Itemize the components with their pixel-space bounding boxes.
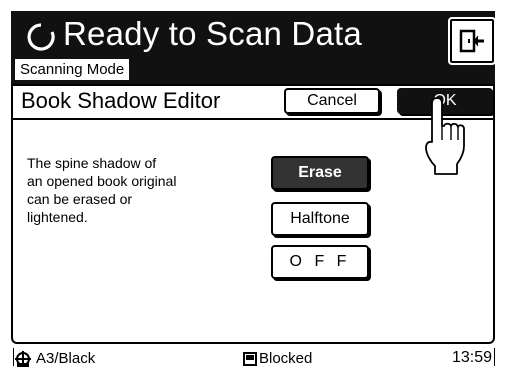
document-icon xyxy=(243,352,257,367)
description-text: The spine shadow of an opened book origi… xyxy=(27,155,177,225)
header-bar: Ready to Scan Data Scanning Mode xyxy=(11,11,496,84)
halftone-button[interactable]: Halftone xyxy=(271,202,369,236)
erase-button[interactable]: Erase xyxy=(271,156,369,190)
paper-status: A3/Black xyxy=(14,350,95,368)
off-button[interactable]: O F F xyxy=(271,245,369,279)
scanning-mode-label: Scanning Mode xyxy=(15,59,130,80)
status-bar: A3/Black Blocked 13:59 xyxy=(0,344,506,374)
exit-door-icon xyxy=(459,29,484,53)
device-state-label: Blocked xyxy=(259,350,313,367)
cancel-button[interactable]: Cancel xyxy=(284,88,380,114)
panel-header: Book Shadow Editor Cancel OK xyxy=(13,86,493,120)
paper-tray-icon xyxy=(15,351,31,368)
device-state: Blocked xyxy=(243,350,312,367)
refresh-icon xyxy=(27,23,55,51)
paper-size-label: A3/Black xyxy=(36,350,96,367)
panel-title: Book Shadow Editor xyxy=(21,88,221,113)
clock: 13:59 xyxy=(451,349,492,366)
page-title: Ready to Scan Data xyxy=(63,15,362,52)
exit-button[interactable] xyxy=(448,17,496,65)
hand-pointer-icon xyxy=(425,97,465,175)
